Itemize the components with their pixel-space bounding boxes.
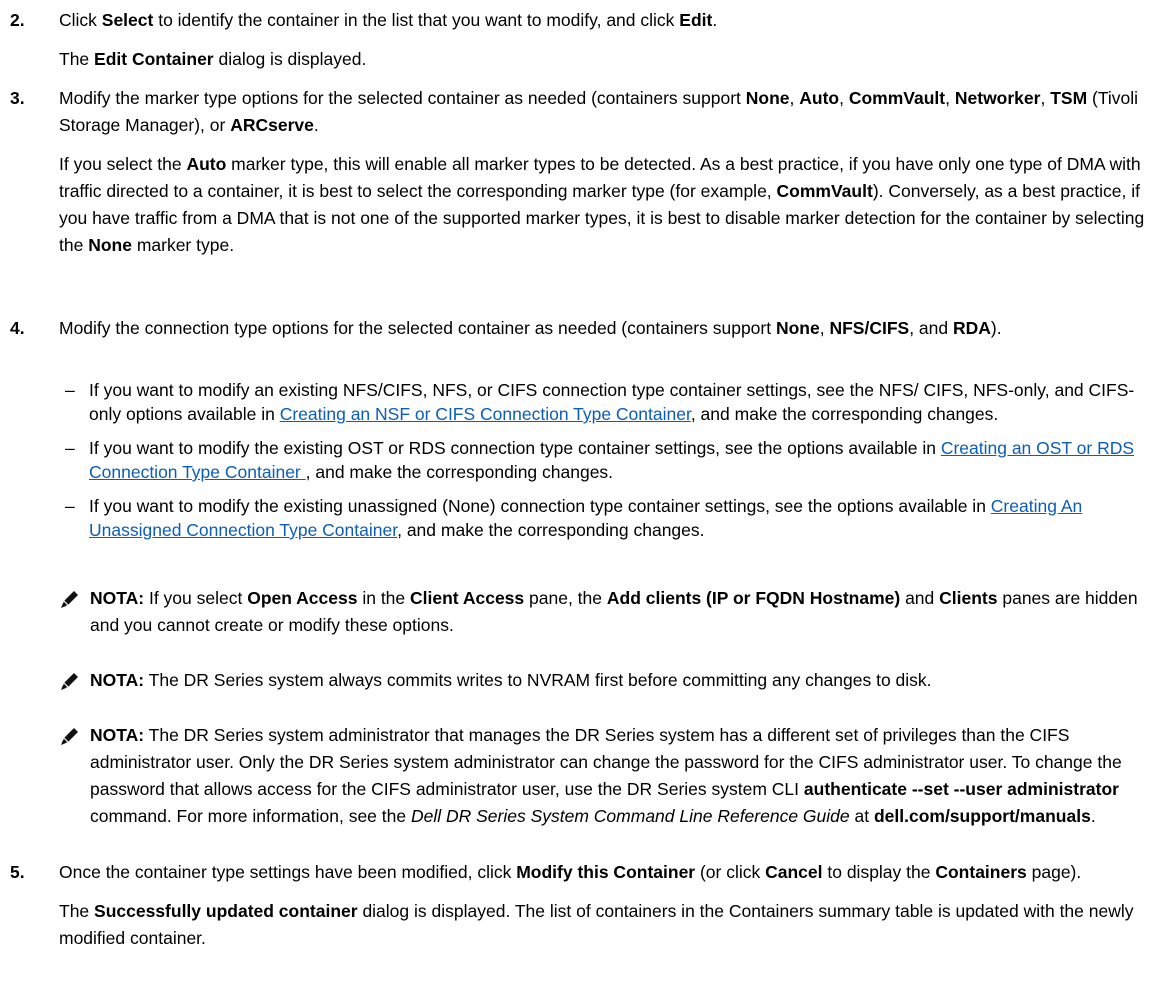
pencil-icon [61, 673, 78, 690]
step-4-bullets: – If you want to modify an existing NFS/… [0, 378, 1172, 542]
pencil-icon [61, 728, 78, 745]
step-number: 4. [10, 318, 25, 338]
step-5: 5. Once the container type settings have… [0, 859, 1172, 952]
step-number: 3. [10, 88, 25, 108]
list-item: – If you want to modify an existing NFS/… [65, 380, 1135, 424]
select-term: Select [101, 10, 154, 30]
step-3-text: Modify the marker type options for the s… [59, 88, 1139, 135]
note-nvram: NOTA: The DR Series system always commit… [59, 667, 1159, 694]
document-page: 2. Click Select to identify the containe… [0, 0, 1172, 995]
edit-container-term: Edit Container [94, 49, 214, 69]
note-text: NOTA: If you select Open Access in the C… [90, 588, 1138, 635]
step-5-result: The Successfully updated container dialo… [59, 901, 1134, 948]
step-4: 4. Modify the connection type options fo… [0, 315, 1172, 342]
step-4-text: Modify the connection type options for t… [59, 318, 1002, 338]
step-3: 3. Modify the marker type options for th… [0, 85, 1172, 259]
step-number: 5. [10, 862, 25, 882]
list-item: – If you want to modify the existing OST… [65, 438, 1135, 482]
pencil-icon [61, 591, 78, 608]
step-5-text: Once the container type settings have be… [59, 862, 1082, 882]
note-text: NOTA: The DR Series system always commit… [90, 670, 932, 690]
step-2-result: The Edit Container dialog is displayed. [59, 49, 367, 69]
note-open-access: NOTA: If you select Open Access in the C… [59, 585, 1159, 639]
note-text: NOTA: The DR Series system administrator… [90, 725, 1122, 826]
edit-term: Edit [679, 10, 713, 30]
step-number: 2. [10, 10, 25, 30]
note-cifs-admin: NOTA: The DR Series system administrator… [59, 722, 1159, 830]
step-2: 2. Click Select to identify the containe… [0, 7, 1172, 73]
step-3-explanation: If you select the Auto marker type, this… [59, 154, 1145, 255]
step-2-text: Click Select to identify the container i… [59, 10, 718, 30]
nfs-cifs-container-link[interactable]: Creating an NSF or CIFS Connection Type … [280, 404, 691, 424]
list-item: – If you want to modify the existing una… [65, 496, 1083, 540]
